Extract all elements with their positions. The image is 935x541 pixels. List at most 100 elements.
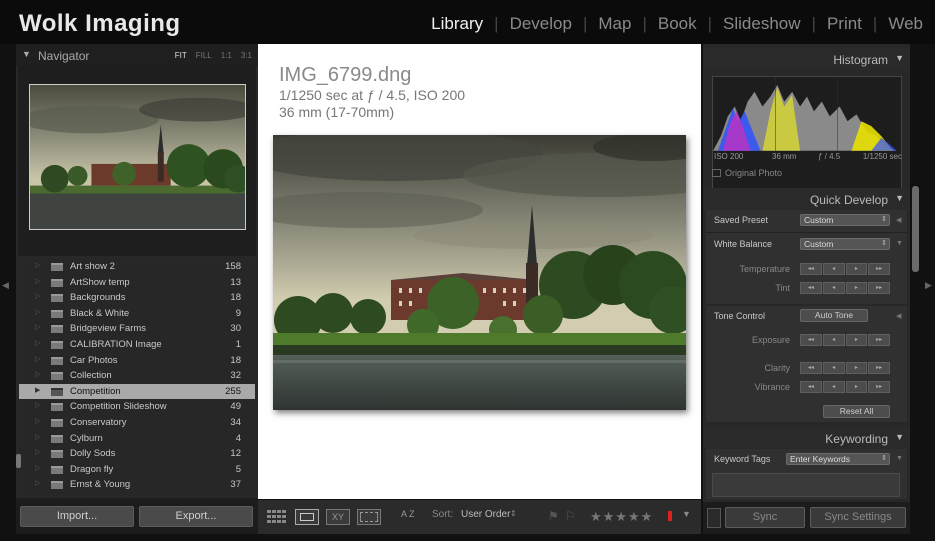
zoom-fill[interactable]: FILL [196, 51, 212, 60]
flag-pick-icon[interactable]: ⚑ [548, 509, 559, 523]
flag-reject-icon[interactable]: ⚐ [565, 509, 576, 523]
vibrance-stepper[interactable]: ◂◂ ◂ ▸ ▸▸ [800, 381, 890, 393]
step-down-icon[interactable]: ◂ [822, 362, 845, 374]
import-button[interactable]: Import... [20, 506, 134, 527]
histogram-graph[interactable] [712, 76, 902, 196]
disclosure-triangle-icon[interactable]: ▷ [35, 277, 40, 285]
disclosure-triangle-icon[interactable]: ▷ [35, 479, 40, 487]
step-large-up-icon[interactable]: ▸▸ [868, 381, 890, 393]
step-large-down-icon[interactable]: ◂◂ [800, 282, 822, 294]
module-map[interactable]: Map [587, 14, 642, 34]
sort-direction-icon[interactable]: A Z [401, 509, 415, 519]
disclosure-triangle-icon[interactable]: ▷ [35, 261, 40, 269]
keywording-header[interactable]: Keywording ▼ [703, 427, 910, 449]
disclosure-triangle-icon[interactable]: ▷ [35, 448, 40, 456]
exposure-stepper[interactable]: ◂◂ ◂ ▸ ▸▸ [800, 334, 890, 346]
step-up-icon[interactable]: ▸ [845, 362, 868, 374]
saved-preset-select[interactable]: Custom ⇕ [800, 214, 890, 226]
step-large-down-icon[interactable]: ◂◂ [800, 263, 822, 275]
folder-row[interactable]: ▷ Car Photos 18 [19, 353, 255, 368]
folder-row[interactable]: ▷ Dragon fly 5 [19, 462, 255, 477]
main-photo[interactable] [273, 135, 686, 410]
color-label-icon[interactable] [668, 511, 672, 521]
folder-row[interactable]: ▶ Competition 255 [19, 383, 255, 399]
disclosure-down-icon[interactable]: ▼ [896, 240, 903, 247]
folder-row[interactable]: ▷ Bridgeview Farms 30 [19, 321, 255, 336]
right-panel-scrollbar[interactable] [912, 186, 919, 272]
folder-row[interactable]: ▷ ArtShow temp 13 [19, 275, 255, 290]
step-down-icon[interactable]: ◂ [822, 282, 845, 294]
quick-develop-header[interactable]: Quick Develop ▼ [703, 188, 910, 210]
reset-all-button[interactable]: Reset All [823, 405, 890, 418]
disclosure-triangle-icon[interactable]: ▷ [35, 433, 40, 441]
step-up-icon[interactable]: ▸ [845, 282, 868, 294]
keyword-text-area[interactable] [712, 473, 900, 497]
module-book[interactable]: Book [647, 14, 708, 34]
star-rating[interactable]: ★★★★★ [590, 509, 653, 525]
collapse-triangle-icon[interactable]: ▼ [22, 49, 31, 59]
disclosure-triangle-icon[interactable]: ▷ [35, 401, 40, 409]
zoom-3-1[interactable]: 3:1 [241, 51, 252, 60]
survey-view-icon[interactable] [357, 509, 381, 525]
histogram-header[interactable]: Histogram ▼ [703, 48, 910, 70]
zoom-fit[interactable]: FIT [175, 51, 187, 60]
clarity-stepper[interactable]: ◂◂ ◂ ▸ ▸▸ [800, 362, 890, 374]
folder-row[interactable]: ▷ Collection 32 [19, 368, 255, 383]
right-panel-toggle-icon[interactable]: ▶ [925, 280, 935, 292]
step-up-icon[interactable]: ▸ [845, 263, 868, 275]
disclosure-triangle-icon[interactable]: ▷ [35, 308, 40, 316]
keyword-tags-select[interactable]: Enter Keywords ⇕ [786, 453, 890, 465]
zoom-1-1[interactable]: 1:1 [221, 51, 232, 60]
disclosure-down-icon[interactable]: ▼ [896, 455, 903, 462]
toolbar-menu-chevron-icon[interactable]: ▼ [682, 509, 691, 519]
collapse-triangle-icon[interactable]: ▼ [895, 432, 904, 442]
auto-tone-button[interactable]: Auto Tone [800, 309, 868, 322]
white-balance-select[interactable]: Custom ⇕ [800, 238, 890, 250]
disclosure-triangle-icon[interactable]: ▷ [35, 323, 40, 331]
folder-row[interactable]: ▷ Ernst & Young 37 [19, 477, 255, 492]
navigator-thumbnail[interactable] [29, 84, 246, 230]
folder-row[interactable]: ▷ Cylburn 4 [19, 431, 255, 446]
folder-list-scrollbar[interactable] [16, 304, 21, 494]
step-large-up-icon[interactable]: ▸▸ [868, 263, 890, 275]
folder-row[interactable]: ▷ CALIBRATION Image 1 [19, 337, 255, 352]
step-down-icon[interactable]: ◂ [822, 381, 845, 393]
compare-view-icon[interactable]: XY [326, 509, 350, 525]
folder-row[interactable]: ▷ Backgrounds 18 [19, 290, 255, 305]
disclosure-left-icon[interactable]: ◀ [896, 216, 901, 224]
disclosure-left-icon[interactable]: ◀ [896, 312, 901, 320]
folder-row[interactable]: ▷ Dolly Sods 12 [19, 446, 255, 461]
step-large-up-icon[interactable]: ▸▸ [868, 334, 890, 346]
grid-view-icon[interactable] [266, 509, 288, 525]
tint-stepper[interactable]: ◂◂ ◂ ▸ ▸▸ [800, 282, 890, 294]
loupe-view-icon[interactable] [295, 509, 319, 525]
step-large-down-icon[interactable]: ◂◂ [800, 381, 822, 393]
collapse-triangle-icon[interactable]: ▼ [895, 53, 904, 63]
step-up-icon[interactable]: ▸ [845, 334, 868, 346]
original-photo-toggle[interactable]: Original Photo [712, 168, 782, 178]
disclosure-triangle-icon[interactable]: ▷ [35, 355, 40, 363]
disclosure-triangle-icon[interactable]: ▷ [35, 464, 40, 472]
module-library[interactable]: Library [420, 14, 494, 34]
folder-row[interactable]: ▷ Art show 2 158 [19, 259, 255, 274]
navigator-header[interactable]: ▼ Navigator FIT FILL 1:1 3:1 [16, 44, 258, 66]
export-button[interactable]: Export... [139, 506, 253, 527]
step-large-down-icon[interactable]: ◂◂ [800, 334, 822, 346]
disclosure-triangle-icon[interactable]: ▶ [35, 386, 40, 394]
sync-button[interactable]: Sync [725, 507, 805, 528]
folder-row[interactable]: ▷ Competition Slideshow 49 [19, 399, 255, 414]
auto-sync-switch-icon[interactable] [707, 508, 721, 528]
disclosure-triangle-icon[interactable]: ▷ [35, 417, 40, 425]
step-up-icon[interactable]: ▸ [845, 381, 868, 393]
step-large-up-icon[interactable]: ▸▸ [868, 362, 890, 374]
module-develop[interactable]: Develop [499, 14, 583, 34]
disclosure-triangle-icon[interactable]: ▷ [35, 339, 40, 347]
step-down-icon[interactable]: ◂ [822, 334, 845, 346]
disclosure-triangle-icon[interactable]: ▷ [35, 370, 40, 378]
step-large-down-icon[interactable]: ◂◂ [800, 362, 822, 374]
folder-row[interactable]: ▷ Conservatory 34 [19, 415, 255, 430]
left-panel-toggle-icon[interactable]: ◀ [2, 280, 12, 292]
module-print[interactable]: Print [816, 14, 873, 34]
sync-settings-button[interactable]: Sync Settings [810, 507, 906, 528]
disclosure-triangle-icon[interactable]: ▷ [35, 292, 40, 300]
